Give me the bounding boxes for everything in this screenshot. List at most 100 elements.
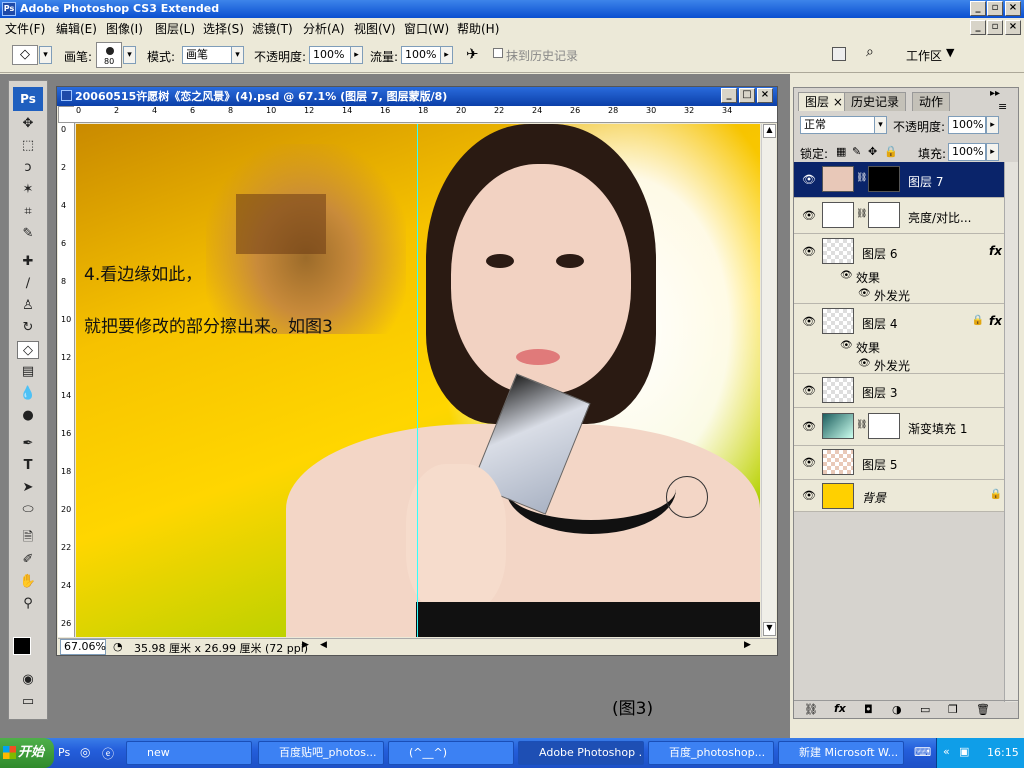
doc-window-minimize[interactable]: _ — [721, 88, 737, 103]
fill-input[interactable]: 100% — [948, 143, 986, 161]
bridge-icon[interactable]: ⌕ — [866, 44, 888, 64]
zoom-field[interactable]: 67.06% — [60, 639, 106, 655]
clone-stamp-icon[interactable]: ♙ — [17, 297, 39, 315]
minimize-button[interactable]: _ — [970, 1, 986, 16]
fx-icon[interactable]: fx — [989, 244, 1002, 258]
task-new[interactable]: new — [126, 741, 252, 765]
panel-menu-icon[interactable]: ≡ — [998, 100, 1007, 113]
lock-transparent-icon[interactable]: ▦ — [836, 145, 846, 158]
shape-tool-icon[interactable]: ⬭ — [17, 501, 39, 519]
fx-icon[interactable]: fx — [989, 314, 1002, 328]
restore-button[interactable]: ▫ — [987, 1, 1003, 16]
workspace-button[interactable]: 工作区 — [906, 47, 942, 64]
layer-mask-thumbnail[interactable] — [868, 413, 900, 439]
layer-row-layer4[interactable]: 👁 图层 4 🔒 fx 👁 效果 👁 外发光 — [794, 304, 1018, 374]
menu-window[interactable]: 窗口(W) — [404, 20, 449, 37]
magic-wand-icon[interactable]: ✶ — [17, 181, 39, 199]
flow-slider-icon[interactable]: ▸ — [440, 46, 453, 64]
effect-eye-icon[interactable]: 👁 — [858, 358, 871, 369]
task-baidu-tieba[interactable]: 百度贴吧_photos... — [258, 741, 384, 765]
menu-analysis[interactable]: 分析(A) — [303, 20, 345, 37]
blend-mode-select[interactable]: 正常 — [800, 116, 880, 134]
vertical-scrollbar[interactable]: ▲ ▼ — [761, 124, 776, 637]
blur-tool-icon[interactable]: 💧 — [17, 385, 39, 403]
tab-history[interactable]: 历史记录 — [844, 92, 907, 111]
airbrush-icon[interactable]: ✈ — [466, 45, 479, 63]
menu-image[interactable]: 图像(I) — [106, 20, 143, 37]
visibility-eye-icon[interactable]: 👁 — [802, 489, 816, 502]
scroll-left-icon[interactable]: ◀ — [320, 640, 327, 650]
workspace-dropdown-icon[interactable]: ▼ — [946, 46, 954, 59]
fill-slider-icon[interactable]: ▸ — [986, 143, 999, 161]
dodge-tool-icon[interactable]: ● — [17, 407, 39, 425]
layer-row-background[interactable]: 👁 背景 🔒 — [794, 480, 1018, 512]
tab-layers[interactable]: 图层 × — [798, 92, 850, 111]
gradient-tool-icon[interactable]: ▤ — [17, 363, 39, 381]
scroll-up-icon[interactable]: ▲ — [763, 124, 776, 138]
task-word[interactable]: 新建 Microsoft W... — [778, 741, 904, 765]
ruler-origin[interactable] — [58, 106, 75, 123]
doc-window-close[interactable]: × — [757, 88, 773, 103]
add-mask-icon[interactable]: ◘ — [864, 703, 873, 716]
quick-mask-icon[interactable]: ◉ — [17, 671, 39, 689]
quicklaunch-qq-icon[interactable]: ◎ — [80, 745, 90, 759]
lasso-tool-icon[interactable]: ↄ — [17, 159, 39, 177]
visibility-eye-icon[interactable]: 👁 — [802, 384, 816, 397]
eraser-tool-icon[interactable]: ◇ — [17, 341, 39, 359]
blend-mode-dropdown-icon[interactable]: ▾ — [874, 116, 887, 134]
layers-scrollbar[interactable] — [1004, 162, 1018, 702]
path-select-icon[interactable]: ➤ — [17, 479, 39, 497]
lock-pixels-icon[interactable]: ✎ — [852, 145, 861, 158]
task-folder[interactable]: (^__^) — [388, 741, 514, 765]
layer-row-layer6[interactable]: 👁 图层 6 fx 👁 效果 👁 外发光 — [794, 234, 1018, 304]
opacity-input[interactable]: 100% — [309, 46, 351, 64]
healing-brush-icon[interactable]: ✚ — [17, 253, 39, 271]
screen-mode-icon[interactable]: ▭ — [17, 693, 39, 711]
tab-actions[interactable]: 动作 — [912, 92, 951, 111]
layer-row-layer7[interactable]: 👁 ⛓ 图层 7 — [794, 162, 1018, 198]
keyboard-icon[interactable]: ⌨ — [914, 745, 931, 759]
effects-eye-icon[interactable]: 👁 — [840, 340, 853, 351]
guide-line[interactable] — [417, 124, 418, 637]
start-button[interactable]: 开始 — [0, 738, 54, 768]
delete-layer-icon[interactable]: 🗑 — [976, 703, 990, 716]
visibility-eye-icon[interactable]: 👁 — [802, 209, 816, 222]
task-baidu-photoshop[interactable]: 百度_photoshop... — [648, 741, 774, 765]
layer-row-gradient-fill[interactable]: 👁 ⛓ 渐变填充 1 — [794, 408, 1018, 446]
brush-preview[interactable]: 80 — [96, 42, 122, 68]
link-chain-icon[interactable]: ⛓ — [856, 209, 867, 219]
scroll-down-icon[interactable]: ▼ — [763, 622, 776, 636]
task-photoshop[interactable]: Adobe Photoshop ... — [518, 741, 644, 765]
new-group-icon[interactable]: ▭ — [920, 703, 930, 716]
move-tool-icon[interactable]: ✥ — [17, 115, 39, 133]
pen-tool-icon[interactable]: ✒ — [17, 435, 39, 453]
panel-opacity-input[interactable]: 100% — [948, 116, 986, 134]
menu-edit[interactable]: 编辑(E) — [56, 20, 97, 37]
quicklaunch-ie-icon[interactable]: ⓔ — [102, 745, 114, 762]
tray-expand-icon[interactable]: « — [943, 745, 950, 758]
link-chain-icon[interactable]: ⛓ — [856, 173, 867, 183]
layer-row-layer5[interactable]: 👁 图层 5 — [794, 446, 1018, 480]
menu-help[interactable]: 帮助(H) — [457, 20, 499, 37]
layer-mask-thumbnail[interactable] — [868, 202, 900, 228]
scroll-right-icon[interactable]: ▶ — [744, 640, 751, 650]
mode-dropdown-icon[interactable]: ▾ — [231, 46, 244, 64]
visibility-eye-icon[interactable]: 👁 — [802, 315, 816, 328]
lock-all-icon[interactable]: 🔒 — [884, 145, 898, 158]
link-layers-icon[interactable]: ⛓ — [804, 703, 818, 716]
history-brush-icon[interactable]: ↻ — [17, 319, 39, 337]
doc-minimize-button[interactable]: _ — [970, 20, 986, 35]
hand-tool-icon[interactable]: ✋ — [17, 573, 39, 591]
eyedropper-icon[interactable]: ✐ — [17, 551, 39, 569]
new-layer-icon[interactable]: ❐ — [948, 703, 958, 716]
doc-close-button[interactable]: × — [1005, 20, 1021, 35]
doc-window-maximize[interactable]: □ — [739, 88, 755, 103]
doc-restore-button[interactable]: ▫ — [987, 20, 1003, 35]
layer-row-layer3[interactable]: 👁 图层 3 — [794, 374, 1018, 408]
notes-tool-icon[interactable]: 🗎 — [17, 529, 39, 547]
zoom-tool-icon[interactable]: ⚲ — [17, 595, 39, 613]
effects-eye-icon[interactable]: 👁 — [840, 270, 853, 281]
marquee-tool-icon[interactable]: ⬚ — [17, 137, 39, 155]
status-menu-icon[interactable]: ▶ — [302, 640, 309, 650]
menu-select[interactable]: 选择(S) — [203, 20, 244, 37]
